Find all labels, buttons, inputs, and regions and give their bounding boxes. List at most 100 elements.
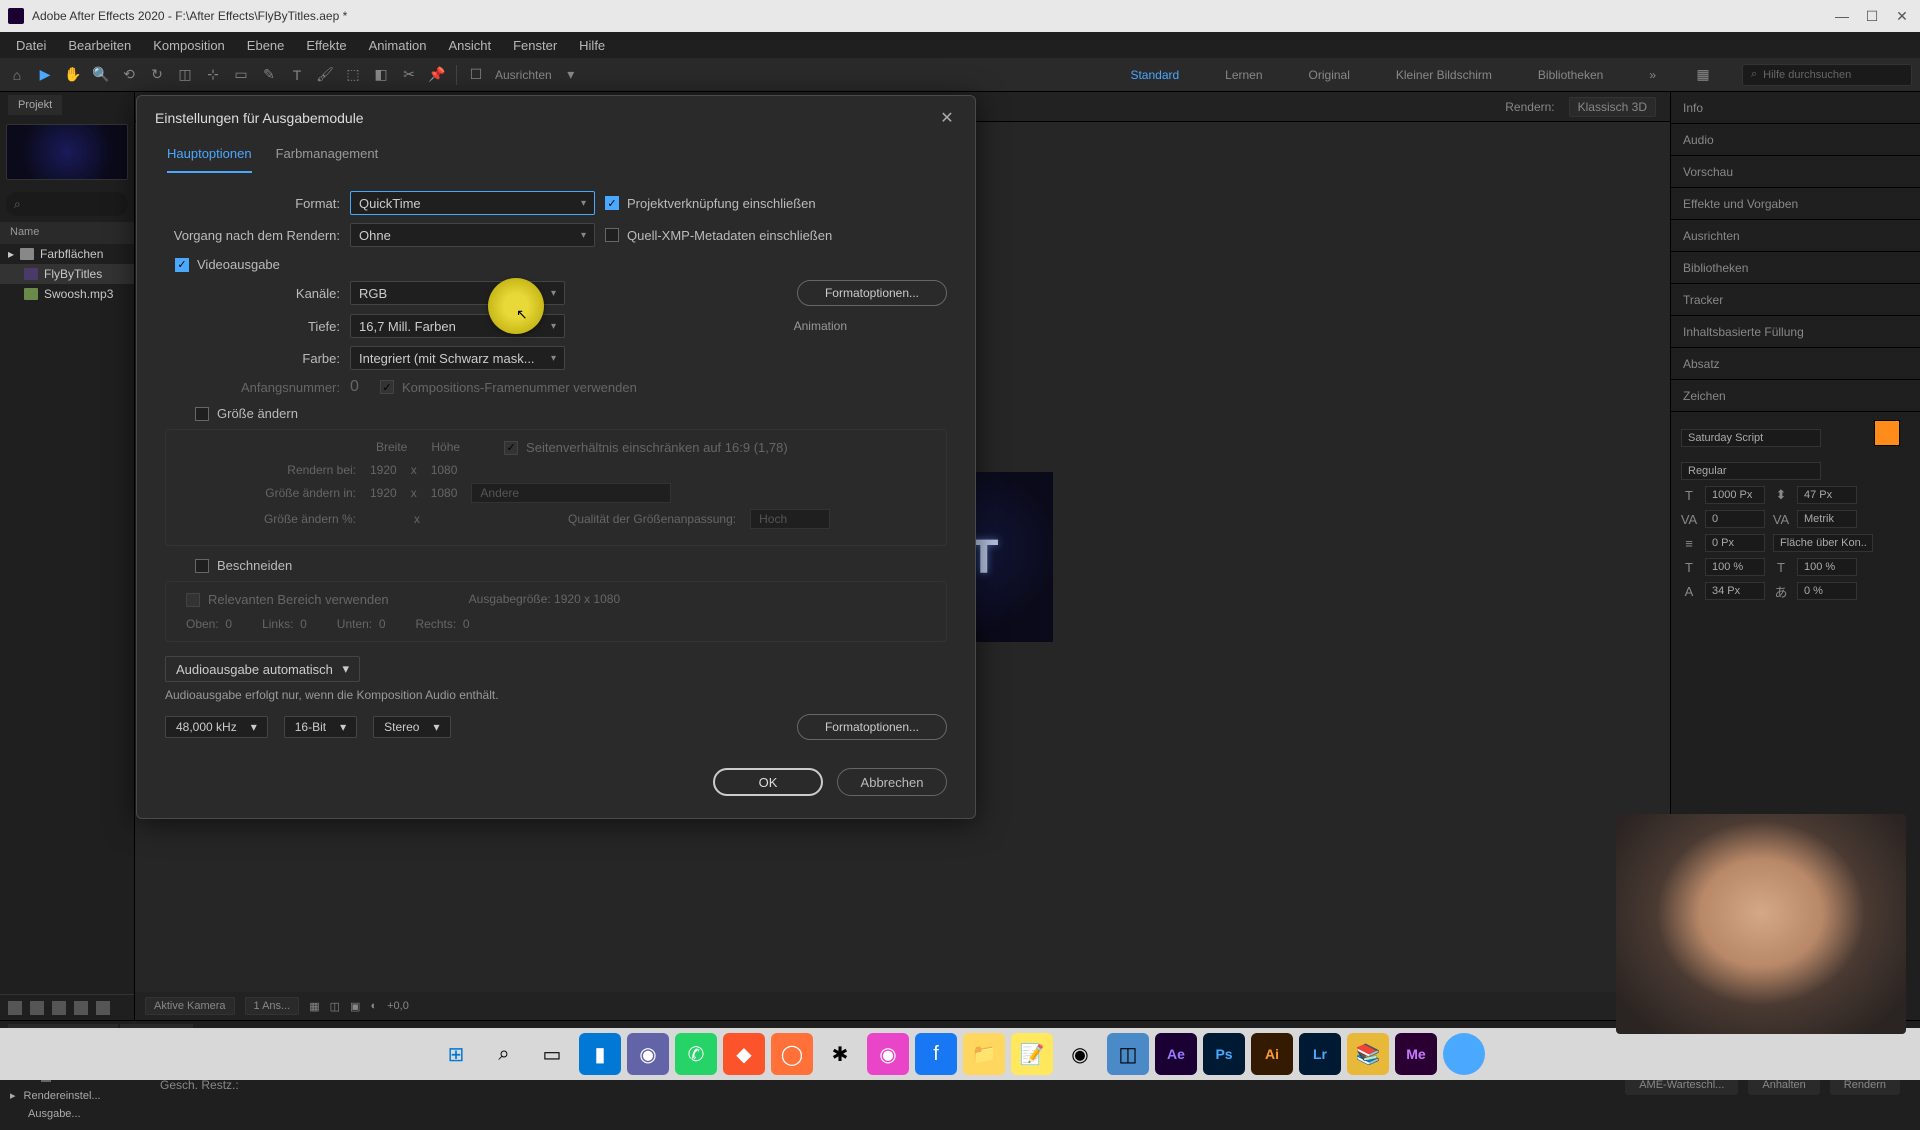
taskbar-app-ps[interactable]: Ps — [1203, 1033, 1245, 1075]
ok-button[interactable]: OK — [713, 768, 823, 796]
taskbar-app-1[interactable]: ▮ — [579, 1033, 621, 1075]
start-button[interactable]: ⊞ — [435, 1033, 477, 1075]
panel-audio[interactable]: Audio — [1671, 124, 1920, 156]
tab-main-options[interactable]: Hauptoptionen — [167, 140, 252, 173]
color-swatch[interactable] — [1874, 420, 1910, 456]
task-view-button[interactable]: ▭ — [531, 1033, 573, 1075]
project-search[interactable]: ⌕ — [6, 192, 128, 216]
hand-tool-icon[interactable]: ✋ — [64, 66, 82, 84]
fill-color-icon[interactable] — [1874, 420, 1900, 446]
taskbar-app-whatsapp[interactable]: ✆ — [675, 1033, 717, 1075]
taskbar-app-notes[interactable]: 📝 — [1011, 1033, 1053, 1075]
trash-icon[interactable] — [96, 1001, 110, 1015]
resize-checkbox[interactable]: Größe ändern — [195, 406, 947, 421]
interpret-icon[interactable] — [8, 1001, 22, 1015]
project-link-checkbox[interactable]: ✓Projektverknüpfung einschließen — [605, 196, 816, 211]
panel-paragraph[interactable]: Absatz — [1671, 348, 1920, 380]
taskbar-app-firefox[interactable]: ◯ — [771, 1033, 813, 1075]
views-dropdown[interactable]: 1 Ans... — [245, 997, 300, 1015]
kerning-input[interactable] — [1705, 510, 1765, 528]
workspace-more-icon[interactable]: » — [1641, 64, 1664, 86]
brush-tool-icon[interactable]: 🖌 — [316, 66, 334, 84]
close-button[interactable]: ✕ — [1896, 10, 1908, 22]
panel-align[interactable]: Ausrichten — [1671, 220, 1920, 252]
project-item-comp[interactable]: FlyByTitles — [0, 264, 134, 284]
project-thumbnail[interactable] — [6, 124, 128, 180]
name-column[interactable]: Name — [0, 222, 134, 244]
audio-format-options-button[interactable]: Formatoptionen... — [797, 714, 947, 740]
taskbar-app-facebook[interactable]: f — [915, 1033, 957, 1075]
home-icon[interactable]: ⌂ — [8, 66, 26, 84]
crop-checkbox[interactable]: Beschneiden — [195, 558, 947, 573]
exposure-value[interactable]: +0,0 — [387, 1000, 409, 1012]
snap-checkbox[interactable]: ☐ — [467, 66, 485, 84]
panel-content-fill[interactable]: Inhaltsbasierte Füllung — [1671, 316, 1920, 348]
rotate-tool-icon[interactable]: ↻ — [148, 66, 166, 84]
text-tool-icon[interactable]: T — [288, 66, 306, 84]
panel-effects[interactable]: Effekte und Vorgaben — [1671, 188, 1920, 220]
format-dropdown[interactable]: QuickTime▾ — [350, 191, 595, 215]
bpc-icon[interactable] — [30, 1001, 44, 1015]
cancel-button[interactable]: Abbrechen — [837, 768, 947, 796]
eraser-tool-icon[interactable]: ◧ — [372, 66, 390, 84]
menu-layer[interactable]: Ebene — [237, 35, 295, 56]
workspace-standard[interactable]: Standard — [1122, 64, 1187, 86]
taskbar-app-books[interactable]: 📚 — [1347, 1033, 1389, 1075]
transparency-icon[interactable]: ▣ — [350, 1000, 360, 1013]
shape-tool-icon[interactable]: ▭ — [232, 66, 250, 84]
render-settings-row[interactable]: ▸Rendereinstel... — [0, 1086, 140, 1105]
stroke-input[interactable] — [1705, 582, 1765, 600]
project-tab[interactable]: Projekt — [8, 95, 62, 115]
dialog-titlebar[interactable]: Einstellungen für Ausgabemodule ✕ — [137, 96, 975, 140]
font-size-input[interactable] — [1705, 486, 1765, 504]
font-style-input[interactable] — [1681, 462, 1821, 480]
disclosure-icon[interactable]: ▸ — [10, 1089, 16, 1102]
taskbar-app-brave[interactable]: ◆ — [723, 1033, 765, 1075]
workspace-learn[interactable]: Lernen — [1217, 64, 1270, 86]
help-search[interactable]: ⌕ Hilfe durchsuchen — [1742, 64, 1912, 86]
exposure-icon[interactable]: ◐ — [370, 1000, 377, 1012]
selection-tool-icon[interactable]: ▶ — [36, 66, 54, 84]
chevron-down-icon[interactable]: ▾ — [562, 66, 580, 84]
camera-dropdown[interactable]: Aktive Kamera — [145, 997, 235, 1015]
search-button[interactable]: ⌕ — [483, 1033, 525, 1075]
sample-rate-dropdown[interactable]: 48,000 kHz▾ — [165, 716, 268, 738]
maximize-button[interactable]: ☐ — [1866, 10, 1878, 22]
output-module-row[interactable]: Ausgabe... — [0, 1105, 140, 1123]
menu-file[interactable]: Datei — [6, 35, 56, 56]
taskbar-app-ai[interactable]: Ai — [1251, 1033, 1293, 1075]
taskbar-app-lr[interactable]: Lr — [1299, 1033, 1341, 1075]
tab-color-management[interactable]: Farbmanagement — [276, 140, 379, 173]
panel-tracker[interactable]: Tracker — [1671, 284, 1920, 316]
bit-depth-dropdown[interactable]: 16-Bit▾ — [284, 716, 357, 738]
menu-animation[interactable]: Animation — [359, 35, 437, 56]
tracking-input[interactable] — [1797, 510, 1857, 528]
grid-icon[interactable]: ▦ — [309, 1000, 319, 1013]
audio-output-dropdown[interactable]: Audioausgabe automatisch▾ — [165, 656, 360, 682]
leading-input[interactable] — [1797, 486, 1857, 504]
mask-icon[interactable]: ◫ — [330, 1000, 340, 1013]
project-item-audio[interactable]: Swoosh.mp3 — [0, 284, 134, 304]
menu-view[interactable]: Ansicht — [438, 35, 501, 56]
workspace-small[interactable]: Kleiner Bildschirm — [1388, 64, 1500, 86]
folder-new-icon[interactable] — [52, 1001, 66, 1015]
roto-tool-icon[interactable]: ✂ — [400, 66, 418, 84]
menu-effects[interactable]: Effekte — [296, 35, 356, 56]
taskbar-app-messenger[interactable]: ◉ — [867, 1033, 909, 1075]
vscale-input[interactable] — [1705, 534, 1765, 552]
font-family-input[interactable] — [1681, 429, 1821, 447]
video-output-checkbox[interactable]: ✓Videoausgabe — [175, 257, 947, 272]
panel-libs[interactable]: Bibliotheken — [1671, 252, 1920, 284]
workspace-original[interactable]: Original — [1301, 64, 1358, 86]
renderer-dropdown[interactable]: Klassisch 3D — [1569, 97, 1656, 117]
workspace-libs[interactable]: Bibliotheken — [1530, 64, 1611, 86]
orbit-tool-icon[interactable]: ⟲ — [120, 66, 138, 84]
comp-new-icon[interactable] — [74, 1001, 88, 1015]
taskbar-app-ae[interactable]: Ae — [1155, 1033, 1197, 1075]
menu-window[interactable]: Fenster — [503, 35, 567, 56]
channels-audio-dropdown[interactable]: Stereo▾ — [373, 716, 450, 738]
camera-tool-icon[interactable]: ◫ — [176, 66, 194, 84]
project-item-folder[interactable]: ▸Farbflächen — [0, 244, 134, 264]
hscale-input[interactable] — [1705, 558, 1765, 576]
menu-composition[interactable]: Komposition — [143, 35, 235, 56]
